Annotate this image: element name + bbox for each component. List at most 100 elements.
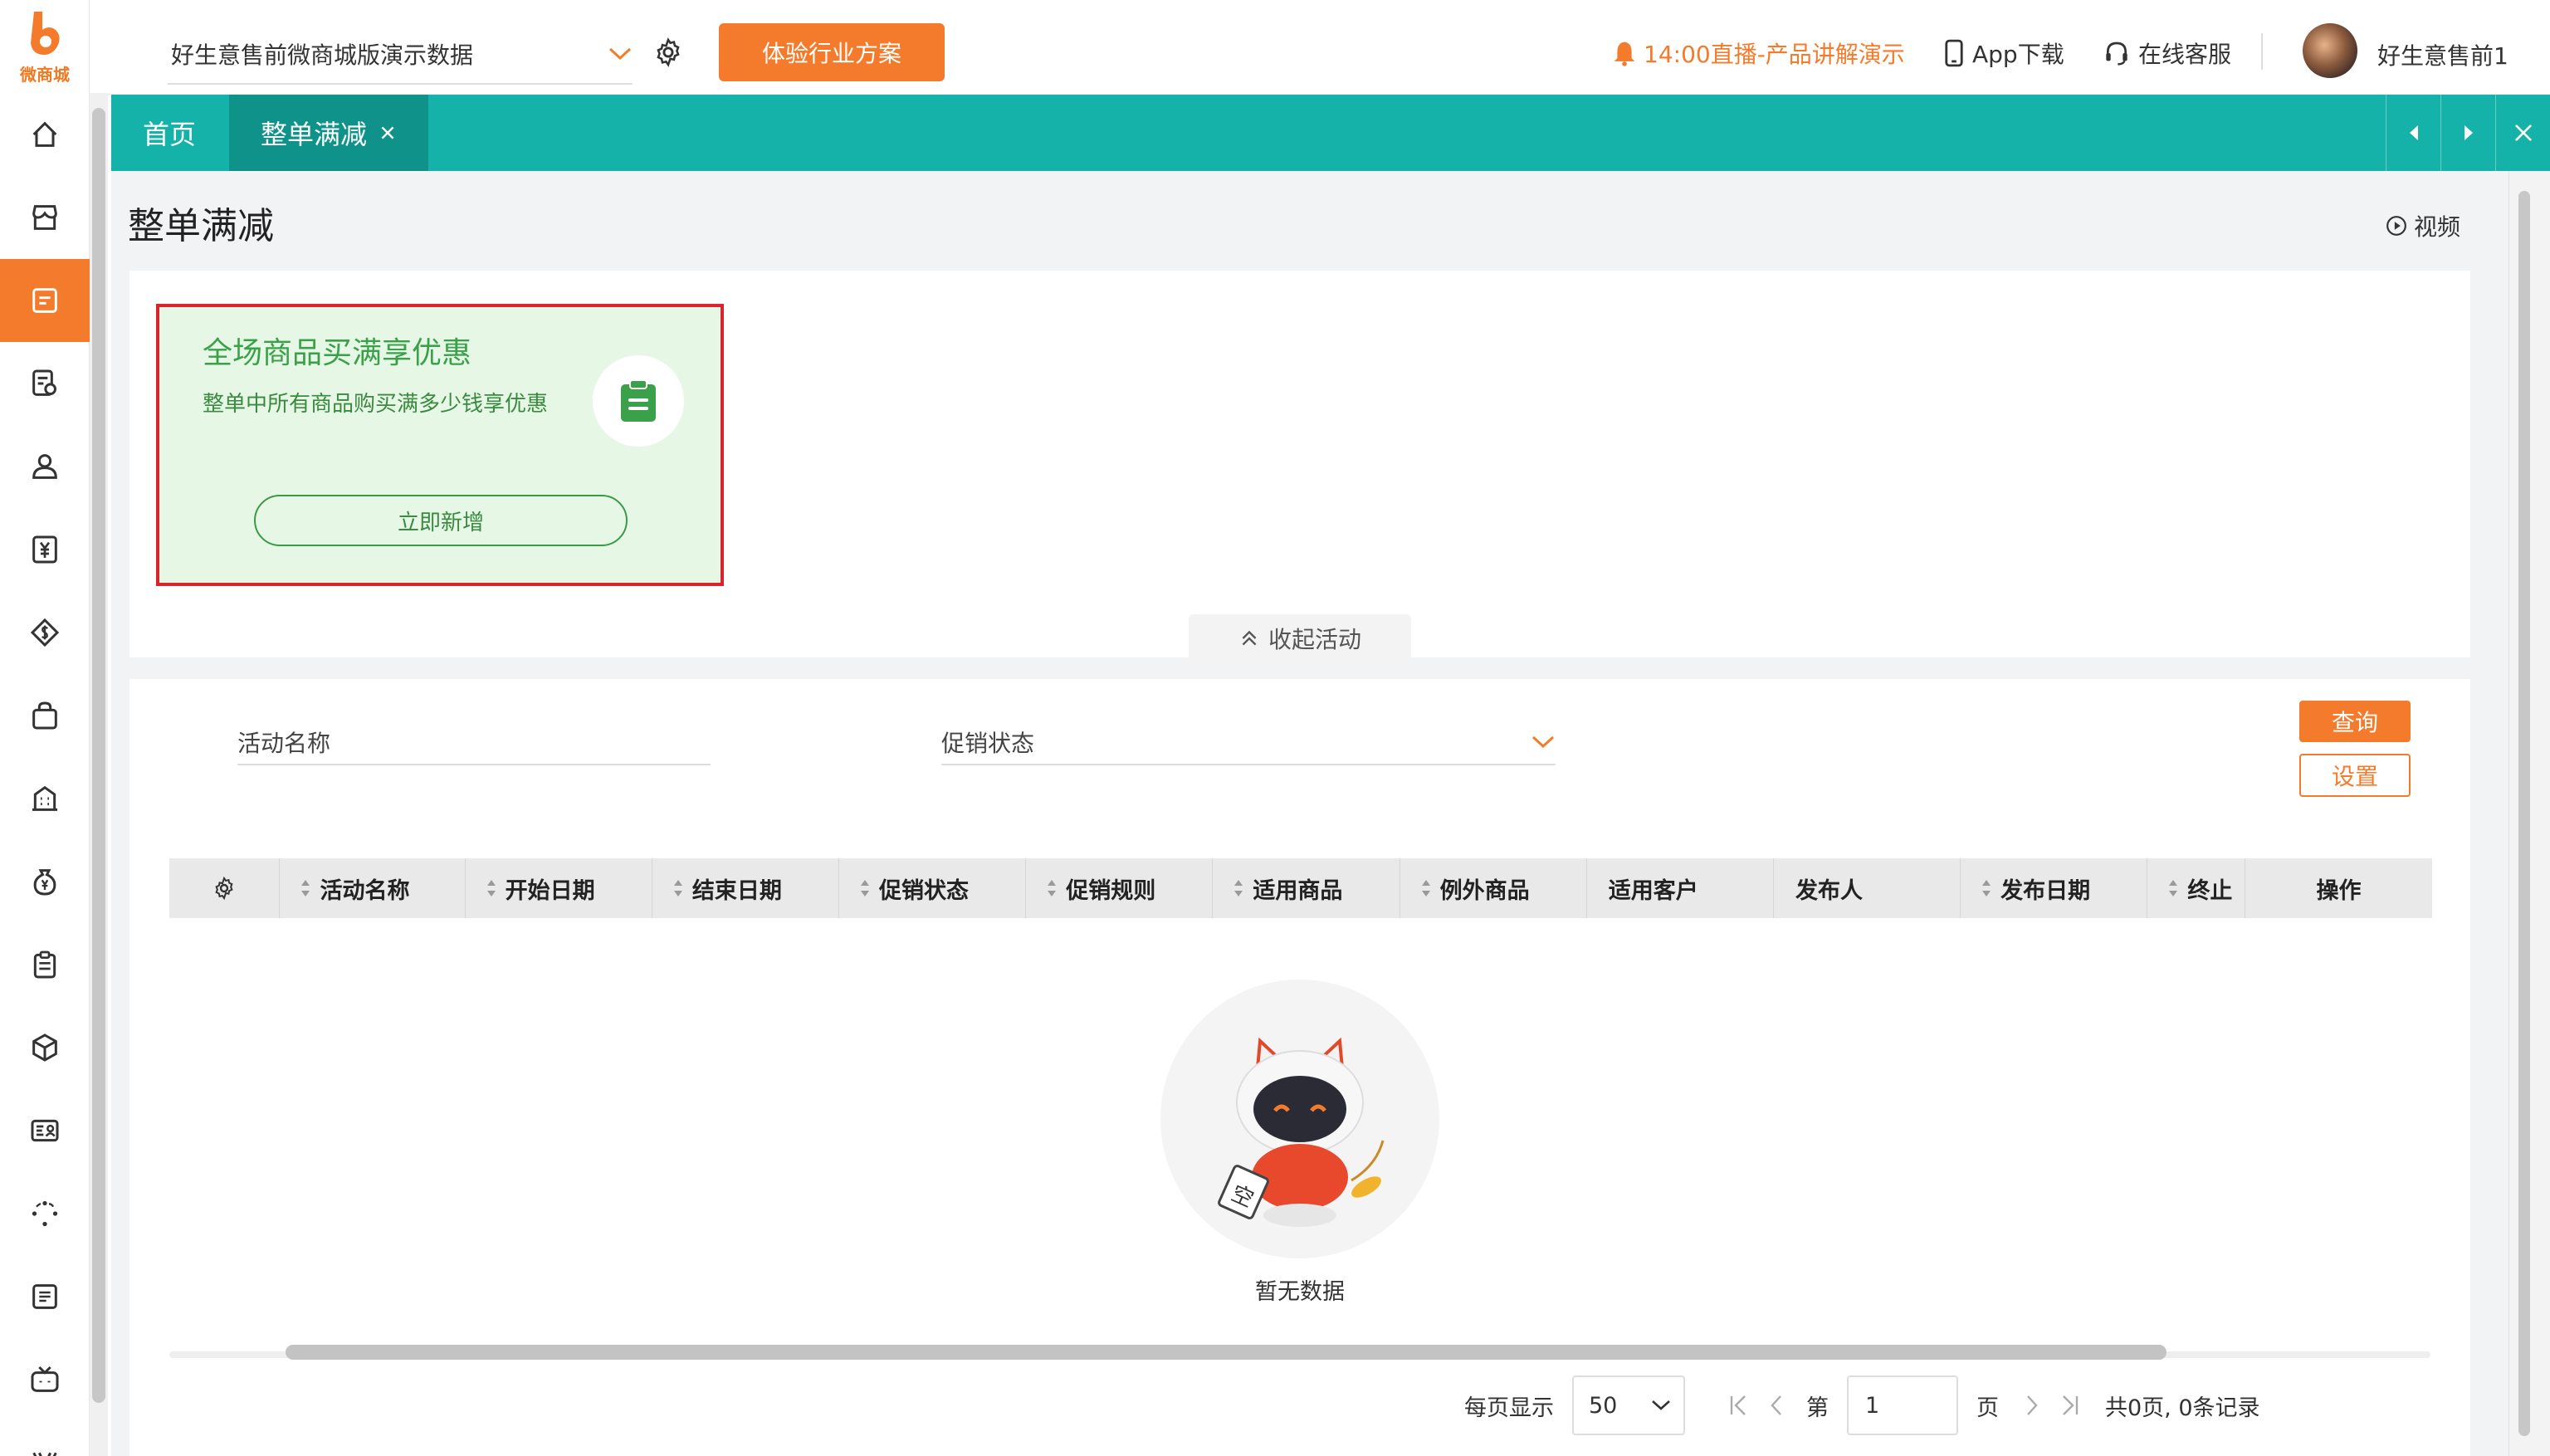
sidebar-scroll-thumb[interactable] bbox=[92, 108, 105, 1403]
empty-text: 暂无数据 bbox=[1255, 1279, 1345, 1305]
page-title: 整单满减 bbox=[128, 205, 274, 247]
column-header[interactable]: 发布人 bbox=[1774, 858, 1961, 918]
page-number-value: 1 bbox=[1865, 1392, 1880, 1419]
column-header[interactable]: 例外商品 bbox=[1400, 858, 1587, 918]
tab-current[interactable]: 整单满减 bbox=[229, 95, 428, 171]
phone-icon bbox=[1945, 39, 1963, 67]
next-page-icon[interactable] bbox=[2024, 1394, 2040, 1417]
query-button[interactable]: 查询 bbox=[2299, 701, 2411, 742]
sidebar-item-tv[interactable] bbox=[0, 1338, 90, 1421]
sidebar-item-customer[interactable] bbox=[0, 425, 90, 508]
column-header[interactable]: 结束日期 bbox=[652, 858, 840, 918]
table-header: 活动名称 开始日期 结束日期 促销状态 促销规则 适用商品 例外商品 适用客户 发布人 发布日期 终… bbox=[169, 858, 2432, 918]
tab-home[interactable]: 首页 bbox=[111, 95, 227, 171]
column-header[interactable]: 操作 bbox=[2245, 858, 2432, 918]
sidebar-item-home[interactable] bbox=[0, 93, 90, 176]
gear-icon bbox=[215, 876, 233, 901]
sidebar-item-order-search[interactable] bbox=[0, 342, 90, 425]
column-header[interactable]: 终止 bbox=[2147, 858, 2245, 918]
tab-next-button[interactable] bbox=[2440, 95, 2495, 171]
top-bar: 好生意售前微商城版演示数据 体验行业方案 14:00直播-产品讲解演示 App下… bbox=[108, 0, 2550, 95]
activity-name-field[interactable]: 活动名称 bbox=[237, 721, 711, 765]
app-download-link[interactable]: App下载 bbox=[1944, 37, 2064, 70]
sidebar-item-store[interactable] bbox=[0, 176, 90, 259]
sidebar-item-clipboard[interactable] bbox=[0, 923, 90, 1006]
username[interactable]: 好生意售前1 bbox=[2377, 38, 2508, 71]
column-header[interactable]: 发布日期 bbox=[1961, 858, 2148, 918]
page-prefix: 第 bbox=[1806, 1395, 1829, 1421]
chevron-down-icon bbox=[1531, 735, 1555, 749]
collapse-activity-button[interactable]: 收起活动 bbox=[1189, 614, 1411, 662]
card-title: 全场商品买满享优惠 bbox=[203, 336, 472, 370]
page-suffix: 页 bbox=[1976, 1395, 1999, 1421]
activity-name-label: 活动名称 bbox=[237, 730, 331, 757]
sidebar-item-money-bag[interactable] bbox=[0, 840, 90, 923]
collapse-label: 收起活动 bbox=[1268, 626, 1361, 653]
column-header[interactable]: 促销状态 bbox=[839, 858, 1027, 918]
caret-left-icon bbox=[2409, 125, 2418, 140]
sort-icon bbox=[673, 880, 682, 897]
column-header-label: 操作 bbox=[2316, 877, 2362, 904]
column-header-label: 促销状态 bbox=[879, 877, 970, 904]
tab-close-all-button[interactable] bbox=[2495, 95, 2550, 171]
clipboard-icon bbox=[33, 950, 56, 979]
sidebar-item-v[interactable] bbox=[0, 1421, 90, 1456]
column-header-label: 活动名称 bbox=[320, 877, 410, 904]
sort-icon bbox=[861, 880, 870, 897]
last-page-icon[interactable] bbox=[2060, 1394, 2080, 1417]
column-header[interactable]: 开始日期 bbox=[466, 858, 652, 918]
gear-icon[interactable] bbox=[652, 37, 684, 68]
sidebar-item-coin[interactable] bbox=[0, 591, 90, 674]
card-description: 整单中所有商品购买满多少钱享优惠 bbox=[203, 392, 549, 417]
sidebar-item-finance[interactable] bbox=[0, 508, 90, 591]
empty-mascot-icon: 空 bbox=[1160, 980, 1439, 1258]
video-link[interactable]: 视频 bbox=[2386, 209, 2460, 242]
first-page-icon[interactable] bbox=[1728, 1394, 1748, 1417]
coin-icon bbox=[30, 618, 60, 647]
promotion-status-select[interactable]: 促销状态 bbox=[941, 721, 1556, 765]
tab-prev-button[interactable] bbox=[2386, 95, 2440, 171]
per-page-select[interactable]: 50 bbox=[1572, 1375, 1685, 1435]
sidebar-item-marketing[interactable] bbox=[0, 259, 90, 342]
promotion-status-label: 促销状态 bbox=[941, 730, 1035, 757]
page-number-input[interactable]: 1 bbox=[1847, 1375, 1958, 1435]
sidebar-item-bag[interactable] bbox=[0, 674, 90, 757]
sidebar-item-loading[interactable] bbox=[0, 1172, 90, 1255]
customer-icon bbox=[32, 454, 57, 479]
sort-icon bbox=[1234, 880, 1243, 897]
page-summary: 共0页, 0条记录 bbox=[2105, 1395, 2260, 1421]
per-page-value: 50 bbox=[1589, 1392, 1618, 1419]
page-scroll-thumb[interactable] bbox=[2518, 191, 2530, 1436]
money-bag-icon bbox=[33, 869, 56, 896]
column-settings-cell[interactable] bbox=[169, 858, 281, 918]
app-logo[interactable]: 微商城 bbox=[0, 0, 90, 93]
column-header-label: 结束日期 bbox=[691, 877, 782, 904]
column-header[interactable]: 适用商品 bbox=[1213, 858, 1400, 918]
avatar[interactable] bbox=[2303, 23, 2357, 78]
column-header-label: 促销规则 bbox=[1066, 877, 1156, 904]
sidebar-item-news[interactable] bbox=[0, 1255, 90, 1338]
column-header-label: 发布日期 bbox=[2000, 877, 2091, 904]
column-header[interactable]: 适用客户 bbox=[1587, 858, 1774, 918]
trial-solution-button[interactable]: 体验行业方案 bbox=[719, 23, 945, 81]
contact-card-icon bbox=[31, 1119, 59, 1142]
building-icon bbox=[32, 785, 57, 811]
sidebar-item-building[interactable] bbox=[0, 757, 90, 840]
store-name: 好生意售前微商城版演示数据 bbox=[171, 42, 474, 69]
divider bbox=[2261, 33, 2263, 70]
sidebar-item-contact-card[interactable] bbox=[0, 1089, 90, 1172]
add-now-button[interactable]: 立即新增 bbox=[254, 495, 628, 546]
table-scroll-thumb[interactable] bbox=[286, 1345, 2167, 1360]
logo-mark-icon bbox=[31, 11, 60, 55]
prev-page-icon[interactable] bbox=[1768, 1394, 1785, 1417]
online-service-link[interactable]: 在线客服 bbox=[2103, 37, 2231, 70]
order-search-icon bbox=[32, 369, 56, 396]
column-header[interactable]: 促销规则 bbox=[1026, 858, 1214, 918]
settings-button[interactable]: 设置 bbox=[2299, 754, 2411, 797]
sidebar-item-box[interactable] bbox=[0, 1006, 90, 1089]
column-header[interactable]: 活动名称 bbox=[280, 858, 466, 918]
store-selector[interactable]: 好生意售前微商城版演示数据 bbox=[168, 25, 633, 85]
promotion-card[interactable]: 全场商品买满享优惠 整单中所有商品购买满多少钱享优惠 立即新增 bbox=[156, 304, 724, 586]
live-broadcast-link[interactable]: 14:00直播-产品讲解演示 bbox=[1612, 37, 1905, 70]
close-icon[interactable] bbox=[379, 124, 397, 142]
